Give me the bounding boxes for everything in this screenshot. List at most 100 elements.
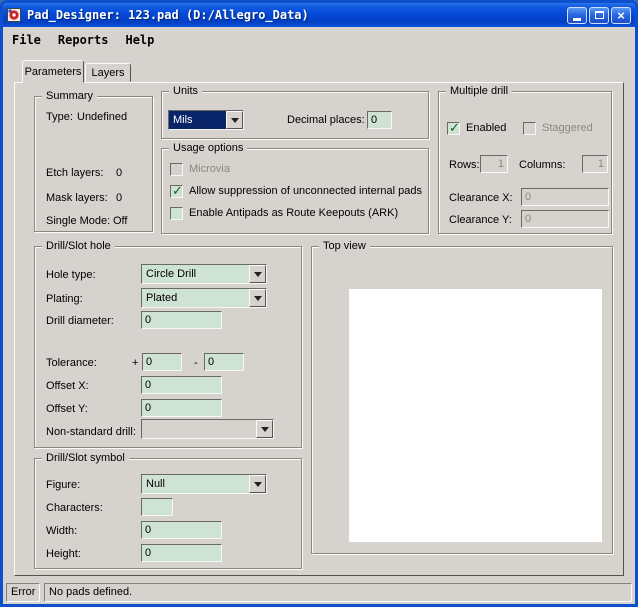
units-group-title: Units — [169, 84, 203, 98]
figure-combo-arrow[interactable] — [249, 475, 266, 493]
antipads-label: Enable Antipads as Route Keepouts (ARK) — [189, 207, 399, 219]
summary-etch-value: 0 — [116, 167, 123, 179]
window-controls: × — [567, 6, 631, 24]
hole-type-combo[interactable]: Circle Drill — [141, 264, 267, 284]
offset-x-label: Offset X: — [46, 380, 89, 392]
minimize-icon — [573, 17, 581, 21]
staggered-checkbox-row: Staggered — [523, 122, 593, 135]
summary-mask-label: Mask layers: — [46, 192, 108, 204]
characters-label: Characters: — [46, 502, 103, 514]
usage-options-group: Usage options Microvia Allow suppression… — [161, 141, 429, 234]
tab-layers[interactable]: Layers — [85, 63, 131, 82]
figure-combo[interactable]: Null — [141, 474, 267, 494]
tab-parameters-label: Parameters — [24, 65, 82, 78]
enabled-label: Enabled — [466, 122, 507, 134]
drill-slot-symbol-group-title: Drill/Slot symbol — [42, 451, 129, 465]
client-area: Parameters Layers Summary Type: Undefine… — [3, 53, 635, 580]
nonstandard-drill-combo-arrow[interactable] — [256, 420, 273, 438]
antipads-checkbox[interactable] — [170, 207, 183, 220]
close-icon: × — [617, 7, 625, 23]
status-error-label: Error — [6, 582, 40, 602]
tab-parameters[interactable]: Parameters — [22, 60, 84, 83]
columns-label: Columns: — [519, 159, 566, 171]
drill-slot-symbol-group: Drill/Slot symbol Figure: Null Character… — [34, 451, 302, 569]
clearance-y-field[interactable]: 0 — [521, 210, 609, 228]
maximize-button[interactable] — [589, 6, 609, 24]
summary-single-mode-value: Off — [113, 215, 128, 227]
height-field[interactable]: 0 — [141, 544, 222, 562]
app-icon — [7, 7, 23, 23]
chevron-down-icon — [253, 295, 262, 301]
window-title: Pad_Designer: 123.pad (D:/Allegro_Data) — [27, 8, 309, 22]
suppression-label: Allow suppression of unconnected interna… — [189, 185, 422, 197]
clearance-x-field[interactable]: 0 — [521, 188, 609, 206]
chevron-down-icon — [260, 426, 269, 432]
enabled-checkbox[interactable] — [447, 120, 460, 136]
tolerance-minus-field[interactable]: 0 — [204, 353, 244, 371]
status-bar: Error No pads defined. — [3, 580, 635, 604]
hole-type-combo-value: Circle Drill — [146, 268, 197, 280]
clearance-y-label: Clearance Y: — [449, 214, 512, 226]
suppression-checkbox[interactable] — [170, 183, 183, 199]
offset-y-field[interactable]: 0 — [141, 399, 222, 417]
hole-type-label: Hole type: — [46, 269, 96, 281]
titlebar[interactable]: Pad_Designer: 123.pad (D:/Allegro_Data) … — [3, 3, 635, 27]
drill-diameter-label: Drill diameter: — [46, 315, 114, 327]
menu-reports[interactable]: Reports — [58, 33, 109, 47]
menu-bar: File Reports Help — [3, 27, 635, 53]
summary-single-mode-label: Single Mode: — [46, 215, 111, 227]
maximize-icon — [594, 11, 604, 19]
staggered-label: Staggered — [542, 122, 593, 134]
chevron-down-icon — [230, 117, 239, 123]
usage-options-group-title: Usage options — [169, 141, 248, 155]
antipads-checkbox-row: Enable Antipads as Route Keepouts (ARK) — [170, 207, 398, 220]
microvia-checkbox-row: Microvia — [170, 163, 230, 176]
microvia-label: Microvia — [189, 163, 230, 175]
close-button[interactable]: × — [611, 6, 631, 24]
nonstandard-drill-combo-value — [142, 420, 256, 438]
width-field[interactable]: 0 — [141, 521, 222, 539]
decimal-places-field[interactable]: 0 — [367, 111, 392, 129]
minimize-button[interactable] — [567, 6, 587, 24]
top-view-canvas — [349, 289, 602, 542]
multiple-drill-group-title: Multiple drill — [446, 84, 513, 98]
rows-field[interactable]: 1 — [480, 155, 508, 173]
chevron-down-icon — [253, 481, 262, 487]
menu-help[interactable]: Help — [125, 33, 154, 47]
figure-label: Figure: — [46, 479, 81, 491]
microvia-checkbox[interactable] — [170, 163, 183, 176]
plating-combo-arrow[interactable] — [249, 289, 266, 307]
figure-combo-value: Null — [146, 478, 165, 490]
height-label: Height: — [46, 548, 81, 560]
tolerance-plus-field[interactable]: 0 — [142, 353, 182, 371]
nonstandard-drill-label: Non-standard drill: — [46, 426, 136, 438]
tolerance-label: Tolerance: — [46, 357, 97, 369]
plating-combo-value: Plated — [146, 292, 178, 304]
plating-label: Plating: — [46, 293, 83, 305]
tolerance-plus-sign: + — [132, 357, 139, 369]
parameters-panel: Summary Type: Undefined Etch layers: 0 M… — [14, 82, 624, 576]
chevron-down-icon — [253, 271, 262, 277]
characters-field[interactable] — [141, 498, 173, 516]
top-view-group-title: Top view — [319, 239, 370, 253]
drill-diameter-field[interactable]: 0 — [141, 311, 222, 329]
top-view-group: Top view — [311, 239, 613, 554]
multiple-drill-group: Multiple drill Enabled Staggered Rows: 1… — [438, 84, 612, 234]
columns-field[interactable]: 1 — [582, 155, 608, 173]
summary-etch-label: Etch layers: — [46, 167, 104, 179]
status-message: No pads defined. — [44, 582, 632, 602]
tab-layers-label: Layers — [91, 66, 125, 79]
units-combo[interactable]: Mils — [168, 110, 244, 130]
tolerance-minus-sign: - — [194, 357, 198, 369]
decimal-places-label: Decimal places: — [287, 114, 365, 126]
drill-slot-hole-group: Drill/Slot hole Hole type: Circle Drill … — [34, 239, 302, 448]
plating-combo[interactable]: Plated — [141, 288, 267, 308]
clearance-x-label: Clearance X: — [449, 192, 513, 204]
menu-file[interactable]: File — [12, 33, 41, 47]
units-combo-arrow[interactable] — [226, 111, 243, 129]
nonstandard-drill-combo[interactable] — [141, 419, 274, 439]
staggered-checkbox[interactable] — [523, 122, 536, 135]
offset-y-label: Offset Y: — [46, 403, 88, 415]
hole-type-combo-arrow[interactable] — [249, 265, 266, 283]
offset-x-field[interactable]: 0 — [141, 376, 222, 394]
